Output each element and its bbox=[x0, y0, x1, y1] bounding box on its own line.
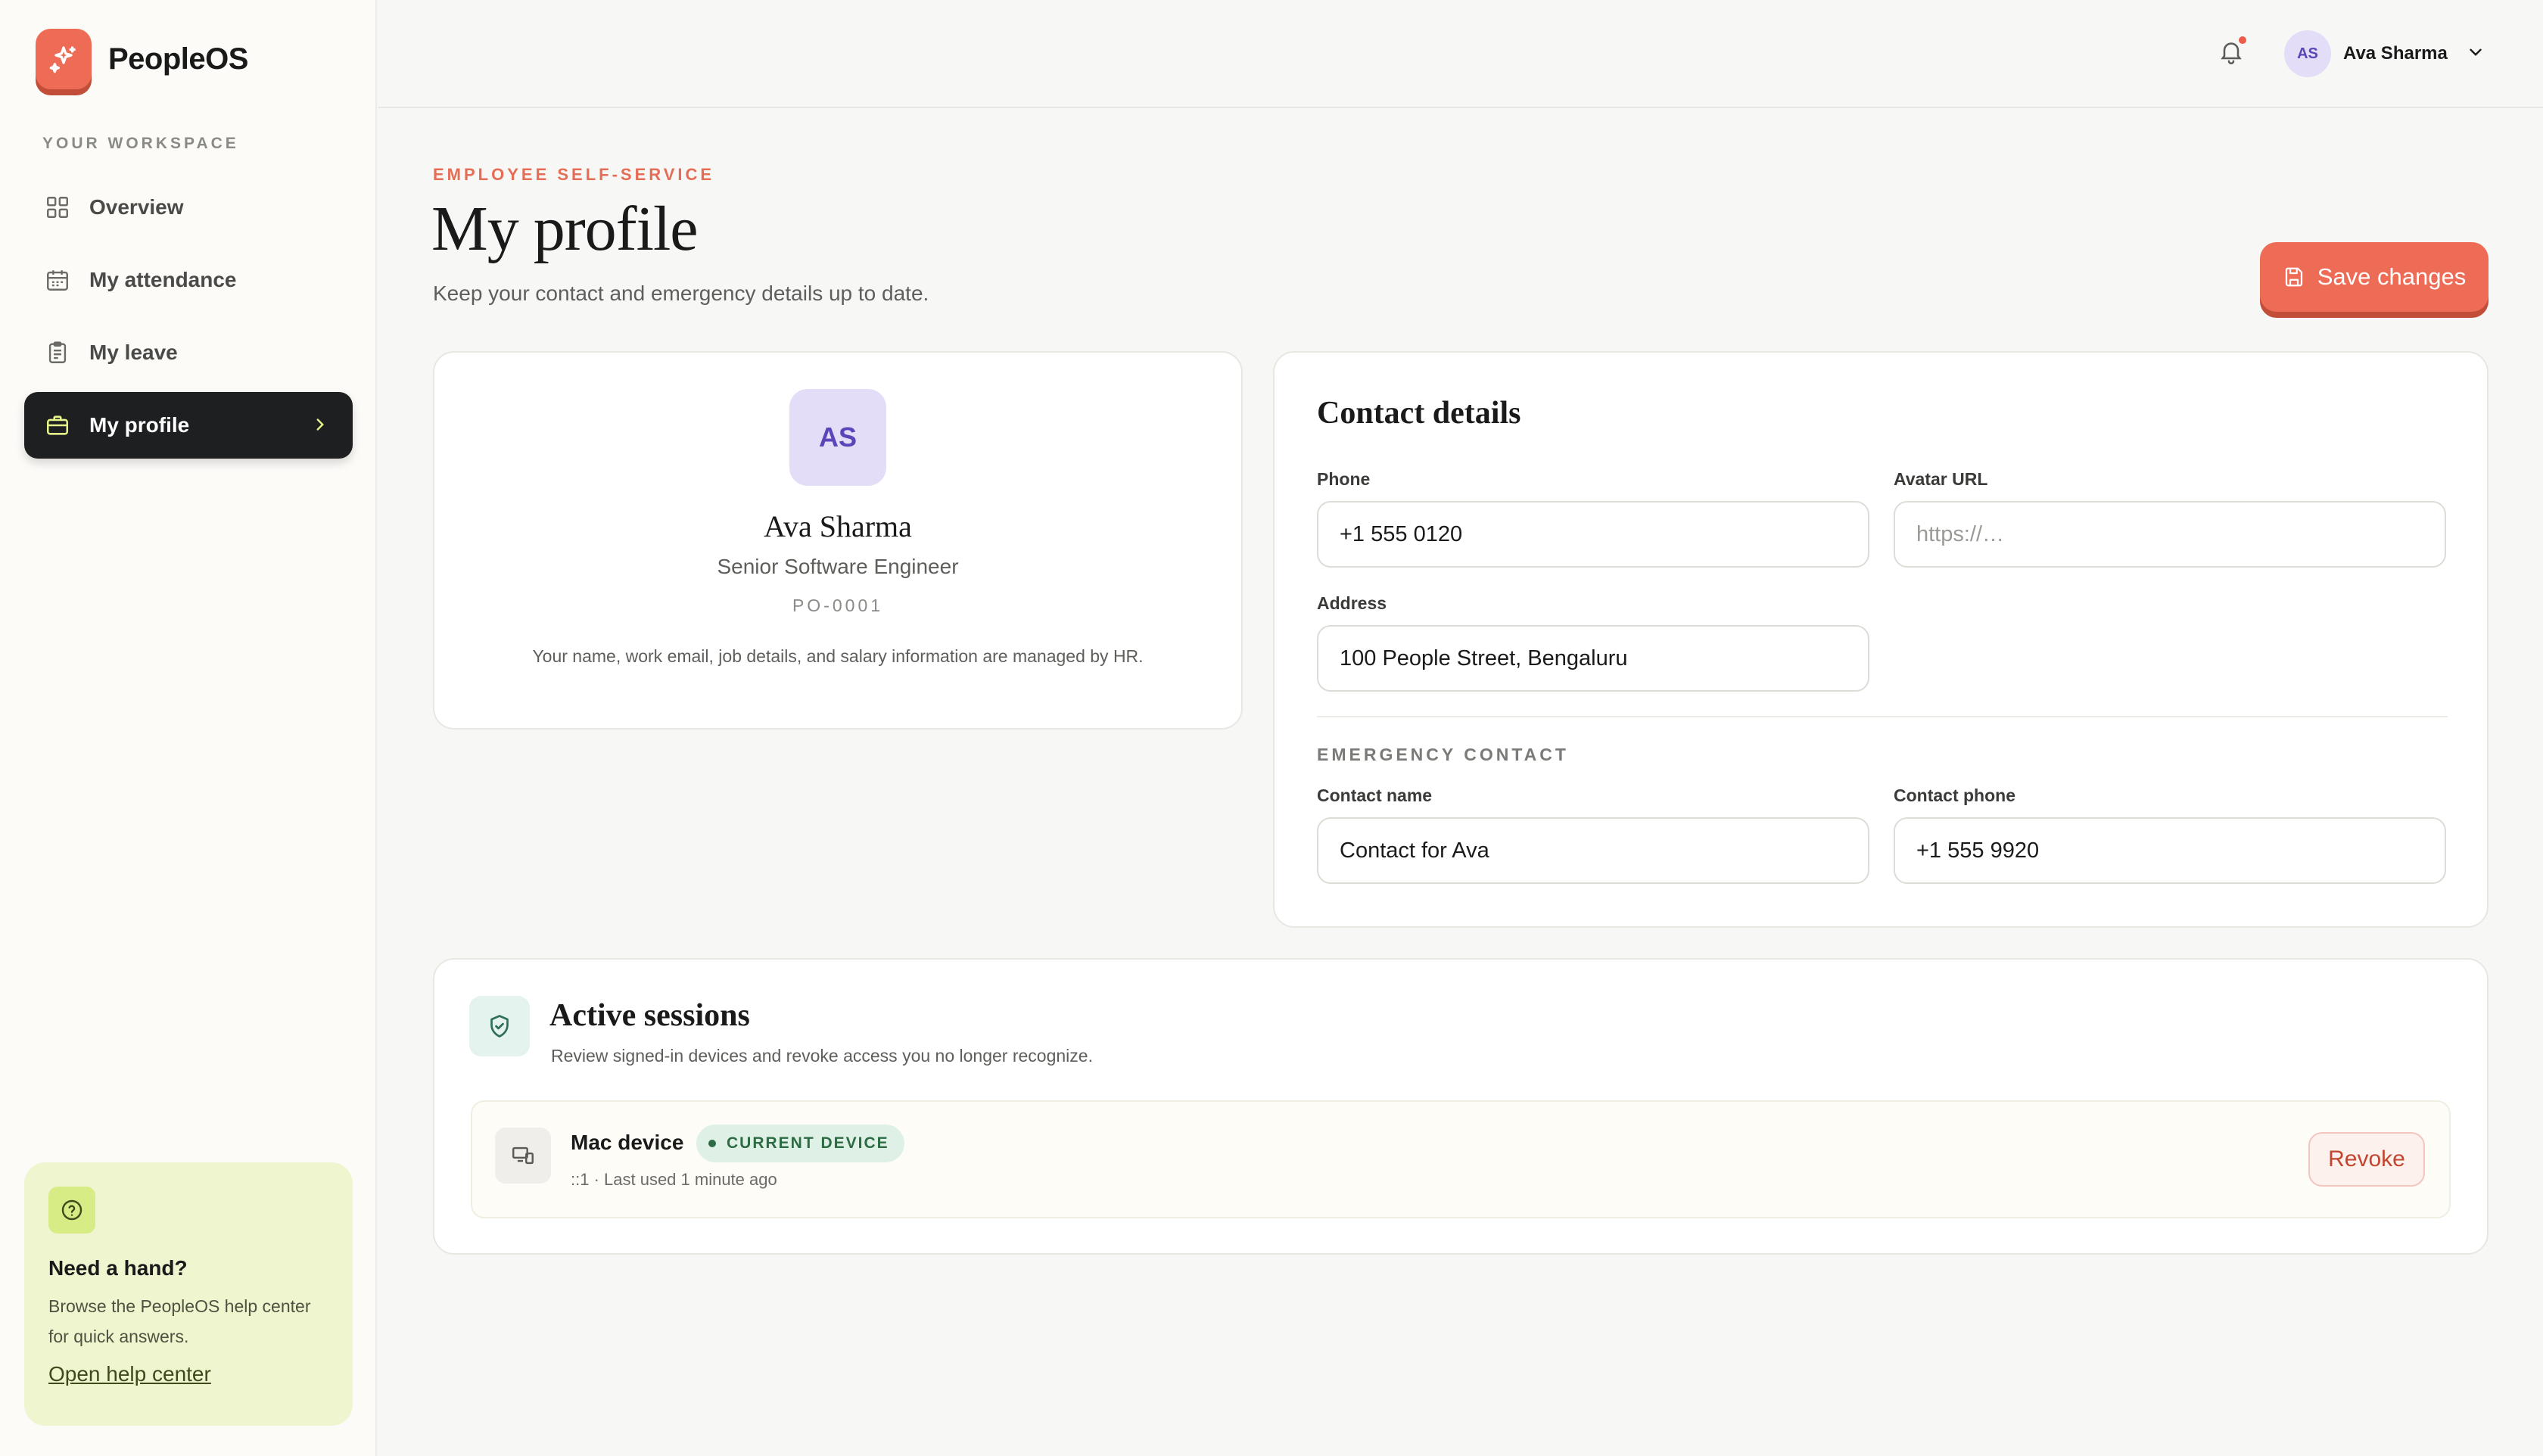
session-row: Mac device CURRENT DEVICE ::1 · Last use… bbox=[471, 1100, 2451, 1218]
brand[interactable]: PeopleOS bbox=[36, 29, 248, 89]
contact-details-title: Contact details bbox=[1317, 396, 1521, 431]
sidebar-item-leave[interactable]: My leave bbox=[24, 319, 353, 386]
avatar: AS bbox=[2284, 30, 2331, 77]
emergency-contact-label: EMERGENCY CONTACT bbox=[1317, 745, 1569, 764]
current-device-badge: CURRENT DEVICE bbox=[696, 1125, 904, 1162]
sidebar: PeopleOS YOUR WORKSPACE Overview My atte… bbox=[0, 0, 377, 1456]
device-name: Mac device bbox=[571, 1131, 684, 1154]
workspace-section-label: YOUR WORKSPACE bbox=[42, 135, 239, 152]
phone-label: Phone bbox=[1317, 469, 1371, 489]
address-label: Address bbox=[1317, 593, 1387, 613]
user-name: Ava Sharma bbox=[2343, 43, 2448, 64]
contact-phone-field[interactable] bbox=[1894, 817, 2446, 884]
section-divider bbox=[1317, 716, 2448, 717]
shield-check-icon bbox=[469, 996, 530, 1056]
user-menu[interactable]: AS Ava Sharma bbox=[2284, 30, 2485, 77]
briefcase-icon bbox=[44, 412, 71, 439]
brand-name: PeopleOS bbox=[108, 42, 248, 76]
badge-label: CURRENT DEVICE bbox=[727, 1134, 889, 1152]
help-text: Browse the PeopleOS help center for quic… bbox=[48, 1296, 311, 1346]
profile-role: Senior Software Engineer bbox=[717, 555, 959, 578]
page-title: My profile bbox=[431, 194, 699, 264]
save-changes-button[interactable]: Save changes bbox=[2260, 242, 2489, 312]
avatar-url-label: Avatar URL bbox=[1894, 469, 1988, 489]
sidebar-item-label: Overview bbox=[89, 195, 184, 219]
notification-dot bbox=[2239, 36, 2246, 44]
sparkle-icon bbox=[36, 29, 92, 89]
notification-bell-icon[interactable] bbox=[2218, 36, 2248, 70]
hr-managed-note: Your name, work email, job details, and … bbox=[532, 646, 1144, 666]
clipboard-icon bbox=[44, 339, 71, 366]
save-icon bbox=[2283, 266, 2305, 288]
devices-icon bbox=[495, 1128, 551, 1184]
help-title: Need a hand? bbox=[48, 1256, 188, 1280]
active-sessions-card: Active sessions Review signed-in devices… bbox=[433, 958, 2489, 1255]
calendar-icon bbox=[44, 266, 71, 294]
profile-avatar: AS bbox=[789, 389, 886, 486]
status-dot bbox=[708, 1140, 716, 1147]
sidebar-item-profile[interactable]: My profile bbox=[24, 392, 353, 459]
sidebar-item-label: My leave bbox=[89, 341, 178, 364]
page-eyebrow: EMPLOYEE SELF-SERVICE bbox=[433, 165, 715, 184]
grid-icon bbox=[44, 194, 71, 221]
sidebar-item-label: My attendance bbox=[89, 268, 237, 291]
active-sessions-title: Active sessions bbox=[549, 998, 750, 1033]
contact-name-label: Contact name bbox=[1317, 786, 1433, 805]
profile-card: AS Ava Sharma Senior Software Engineer P… bbox=[433, 351, 1243, 730]
contact-details-card: Contact details Phone Avatar URL Address… bbox=[1273, 351, 2489, 928]
session-meta: ::1 · Last used 1 minute ago bbox=[571, 1170, 777, 1189]
save-button-label: Save changes bbox=[2317, 263, 2467, 290]
employee-id: PO-0001 bbox=[792, 596, 884, 615]
chevron-right-icon bbox=[310, 415, 330, 440]
revoke-button[interactable]: Revoke bbox=[2308, 1132, 2425, 1187]
sidebar-item-label: My profile bbox=[89, 413, 190, 437]
address-field[interactable] bbox=[1317, 625, 1869, 692]
chevron-down-icon bbox=[2466, 42, 2485, 66]
active-sessions-subtitle: Review signed-in devices and revoke acce… bbox=[551, 1046, 1093, 1066]
contact-phone-label: Contact phone bbox=[1894, 786, 2015, 805]
avatar-url-field[interactable] bbox=[1894, 501, 2446, 568]
profile-name: Ava Sharma bbox=[764, 509, 912, 543]
sidebar-item-overview[interactable]: Overview bbox=[24, 174, 353, 241]
sidebar-item-attendance[interactable]: My attendance bbox=[24, 247, 353, 313]
help-circle-icon bbox=[48, 1187, 95, 1234]
contact-name-field[interactable] bbox=[1317, 817, 1869, 884]
phone-field[interactable] bbox=[1317, 501, 1869, 568]
help-card: Need a hand? Browse the PeopleOS help ce… bbox=[24, 1162, 353, 1426]
open-help-center-link[interactable]: Open help center bbox=[48, 1362, 211, 1386]
page-subtitle: Keep your contact and emergency details … bbox=[433, 282, 929, 305]
